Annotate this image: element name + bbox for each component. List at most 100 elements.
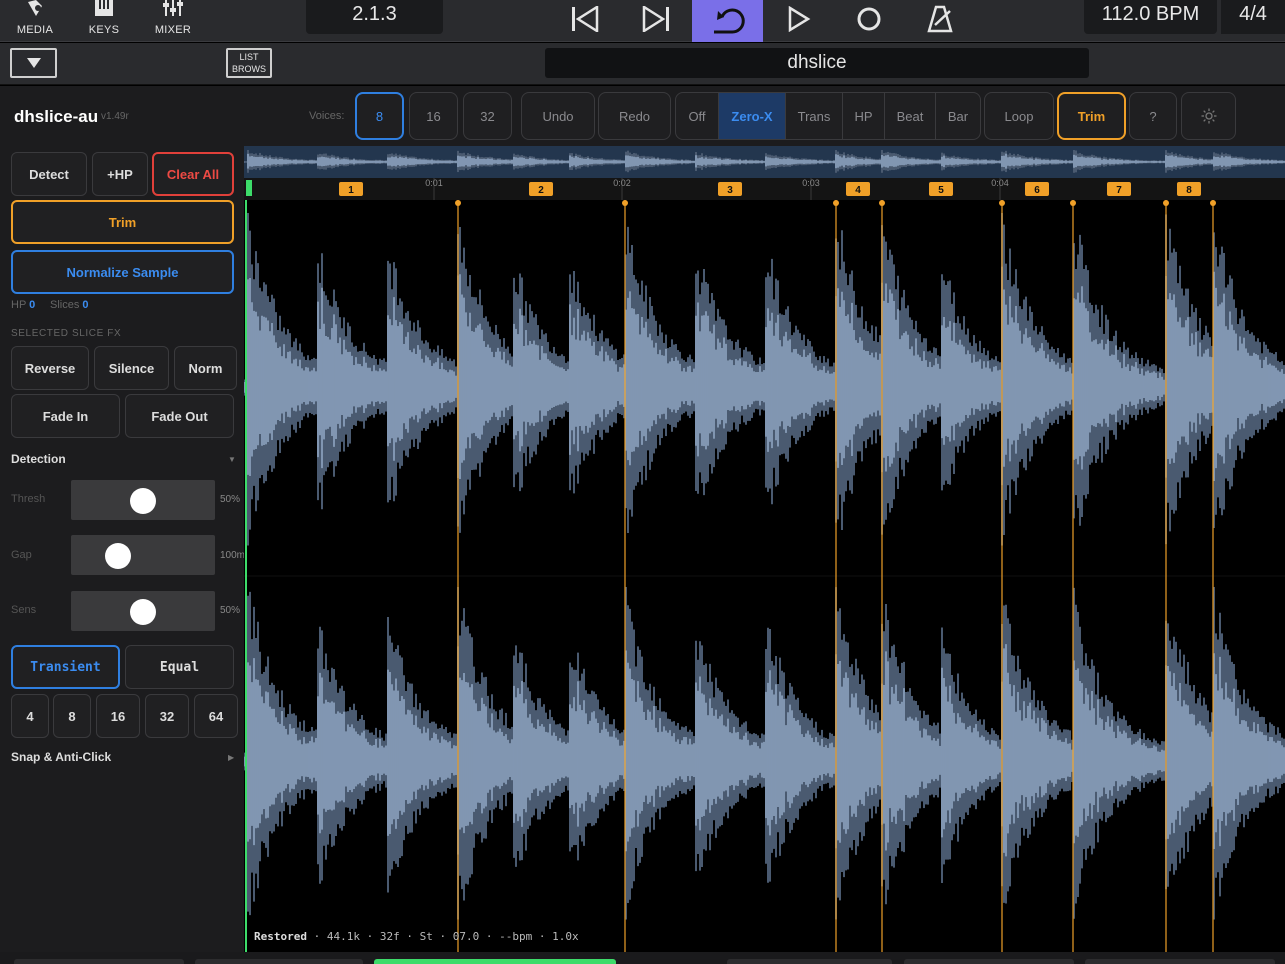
- bottom-tab[interactable]: [904, 959, 1074, 964]
- slice-handle: [833, 200, 839, 206]
- metronome-button[interactable]: [911, 0, 969, 38]
- tempo-display[interactable]: 112.0 BPM: [1084, 0, 1217, 34]
- undo-button[interactable]: Undo: [521, 92, 595, 140]
- left-channel-wave: [244, 213, 1285, 546]
- waveform-editor[interactable]: 0:01 0:02 0:03 0:04 1 2 3 4 5 6 7 8 Restored · 44.1…: [244, 146, 1285, 952]
- sens-slider[interactable]: [71, 591, 215, 631]
- sens-label: Sens: [11, 604, 37, 616]
- bottom-tab-active[interactable]: [374, 959, 616, 964]
- count-4-button[interactable]: 4: [11, 694, 49, 738]
- loop-icon: [713, 8, 745, 34]
- control-panel: Detect +HP Clear All Trim Normalize Samp…: [0, 146, 244, 964]
- position-display[interactable]: 2.1.3: [306, 0, 443, 34]
- voices-8-button[interactable]: 8: [355, 92, 404, 140]
- snap-zero-x[interactable]: Zero-X: [719, 93, 786, 139]
- snap-beat[interactable]: Beat: [885, 93, 936, 139]
- playhead-handle: [246, 180, 252, 196]
- thresh-label: Thresh: [11, 493, 46, 505]
- gap-value: 100ms: [220, 550, 244, 561]
- slice-fx-section-label: SELECTED SLICE FX: [11, 328, 122, 339]
- record-icon: [857, 7, 881, 31]
- time-signature-display[interactable]: 4/4: [1221, 0, 1285, 34]
- slice-handle: [1070, 200, 1076, 206]
- timeline-ruler[interactable]: 0:01 0:02 0:03 0:04 1 2 3 4 5 6 7 8: [244, 178, 1285, 200]
- metronome-icon: [927, 5, 953, 33]
- transient-mode-button[interactable]: Transient: [11, 645, 120, 689]
- sens-knob[interactable]: [130, 599, 156, 625]
- slice-marker-label: 6: [1034, 185, 1040, 196]
- voices-32-button[interactable]: 32: [463, 92, 512, 140]
- trim-button[interactable]: Trim: [11, 200, 234, 244]
- fade-in-button[interactable]: Fade In: [11, 394, 120, 438]
- play-button[interactable]: [769, 0, 827, 38]
- gap-knob[interactable]: [104, 543, 131, 569]
- skip-back-button[interactable]: [556, 0, 614, 38]
- bottom-tab[interactable]: [195, 959, 363, 964]
- mixer-button[interactable]: MIXER: [143, 0, 203, 42]
- media-button[interactable]: MEDIA: [5, 0, 65, 42]
- gap-label: Gap: [11, 549, 32, 561]
- redo-button[interactable]: Redo: [598, 92, 671, 140]
- thresh-value: 50%: [220, 494, 241, 505]
- clear-all-button[interactable]: Clear All: [152, 152, 234, 196]
- plugin-menu-button[interactable]: [10, 48, 57, 78]
- plugin-name: dhslice-au: [14, 107, 99, 126]
- snap-hp[interactable]: HP: [843, 93, 885, 139]
- settings-button[interactable]: [1181, 92, 1236, 140]
- mixer-icon: [163, 0, 183, 16]
- bottom-tab[interactable]: [727, 959, 892, 964]
- sens-value: 50%: [220, 605, 241, 616]
- loop-button[interactable]: [692, 0, 763, 42]
- snap-bar[interactable]: Bar: [936, 93, 980, 139]
- right-channel-wave: [244, 587, 1285, 920]
- count-32-button[interactable]: 32: [145, 694, 189, 738]
- thresh-knob[interactable]: [130, 488, 156, 514]
- detect-button[interactable]: Detect: [11, 152, 87, 196]
- count-64-button[interactable]: 64: [194, 694, 238, 738]
- bottom-tab[interactable]: [14, 959, 184, 964]
- snap-off[interactable]: Off: [676, 93, 719, 139]
- silence-button[interactable]: Silence: [94, 346, 169, 390]
- fade-out-button[interactable]: Fade Out: [125, 394, 234, 438]
- slice-marker-label: 1: [348, 185, 354, 196]
- trim-toggle-button[interactable]: Trim: [1057, 92, 1126, 140]
- overview-wave: [244, 150, 1285, 173]
- ruler-tick-label: 0:04: [991, 178, 1009, 188]
- voices-16-button[interactable]: 16: [409, 92, 458, 140]
- ruler-tick-label: 0:03: [802, 178, 820, 188]
- normalize-sample-button[interactable]: Normalize Sample: [11, 250, 234, 294]
- list-browse-line1: LIST: [239, 52, 259, 62]
- add-hp-button[interactable]: +HP: [92, 152, 148, 196]
- count-16-button[interactable]: 16: [96, 694, 140, 738]
- plugin-version: v1.49r: [101, 111, 129, 122]
- waveform-display[interactable]: [244, 200, 1285, 952]
- slice-handle: [879, 200, 885, 206]
- slices-count: Slices 0: [50, 299, 89, 311]
- ruler-tick-label: 0:01: [425, 178, 443, 188]
- hp-count: HP 0: [11, 299, 36, 311]
- count-8-button[interactable]: 8: [53, 694, 91, 738]
- skip-forward-button[interactable]: [627, 0, 685, 38]
- slice-handle: [622, 200, 628, 206]
- plugin-host-bar: LIST BROWS dhslice: [0, 43, 1285, 85]
- list-browse-button[interactable]: LIST BROWS: [226, 48, 272, 78]
- gap-slider[interactable]: [71, 535, 215, 575]
- loop-toggle-button[interactable]: Loop: [984, 92, 1054, 140]
- record-button[interactable]: [840, 0, 898, 38]
- snap-trans[interactable]: Trans: [786, 93, 843, 139]
- detection-header[interactable]: Detection: [11, 452, 66, 466]
- help-button[interactable]: ?: [1129, 92, 1177, 140]
- list-browse-line2: BROWS: [231, 64, 266, 74]
- sample-info: Restored · 44.1k · 32f · St · 07.0 · --b…: [254, 930, 579, 943]
- keys-button[interactable]: KEYS: [74, 0, 134, 42]
- norm-button[interactable]: Norm: [174, 346, 237, 390]
- thresh-slider[interactable]: [71, 480, 215, 520]
- slice-handle: [455, 200, 461, 206]
- reverse-button[interactable]: Reverse: [11, 346, 89, 390]
- slice-marker-label: 2: [538, 185, 544, 196]
- keys-label: KEYS: [88, 24, 120, 36]
- waveform-overview[interactable]: [244, 146, 1285, 178]
- bottom-tab[interactable]: [1085, 959, 1275, 964]
- equal-mode-button[interactable]: Equal: [125, 645, 234, 689]
- snap-anticlick-header[interactable]: Snap & Anti-Click: [11, 750, 111, 764]
